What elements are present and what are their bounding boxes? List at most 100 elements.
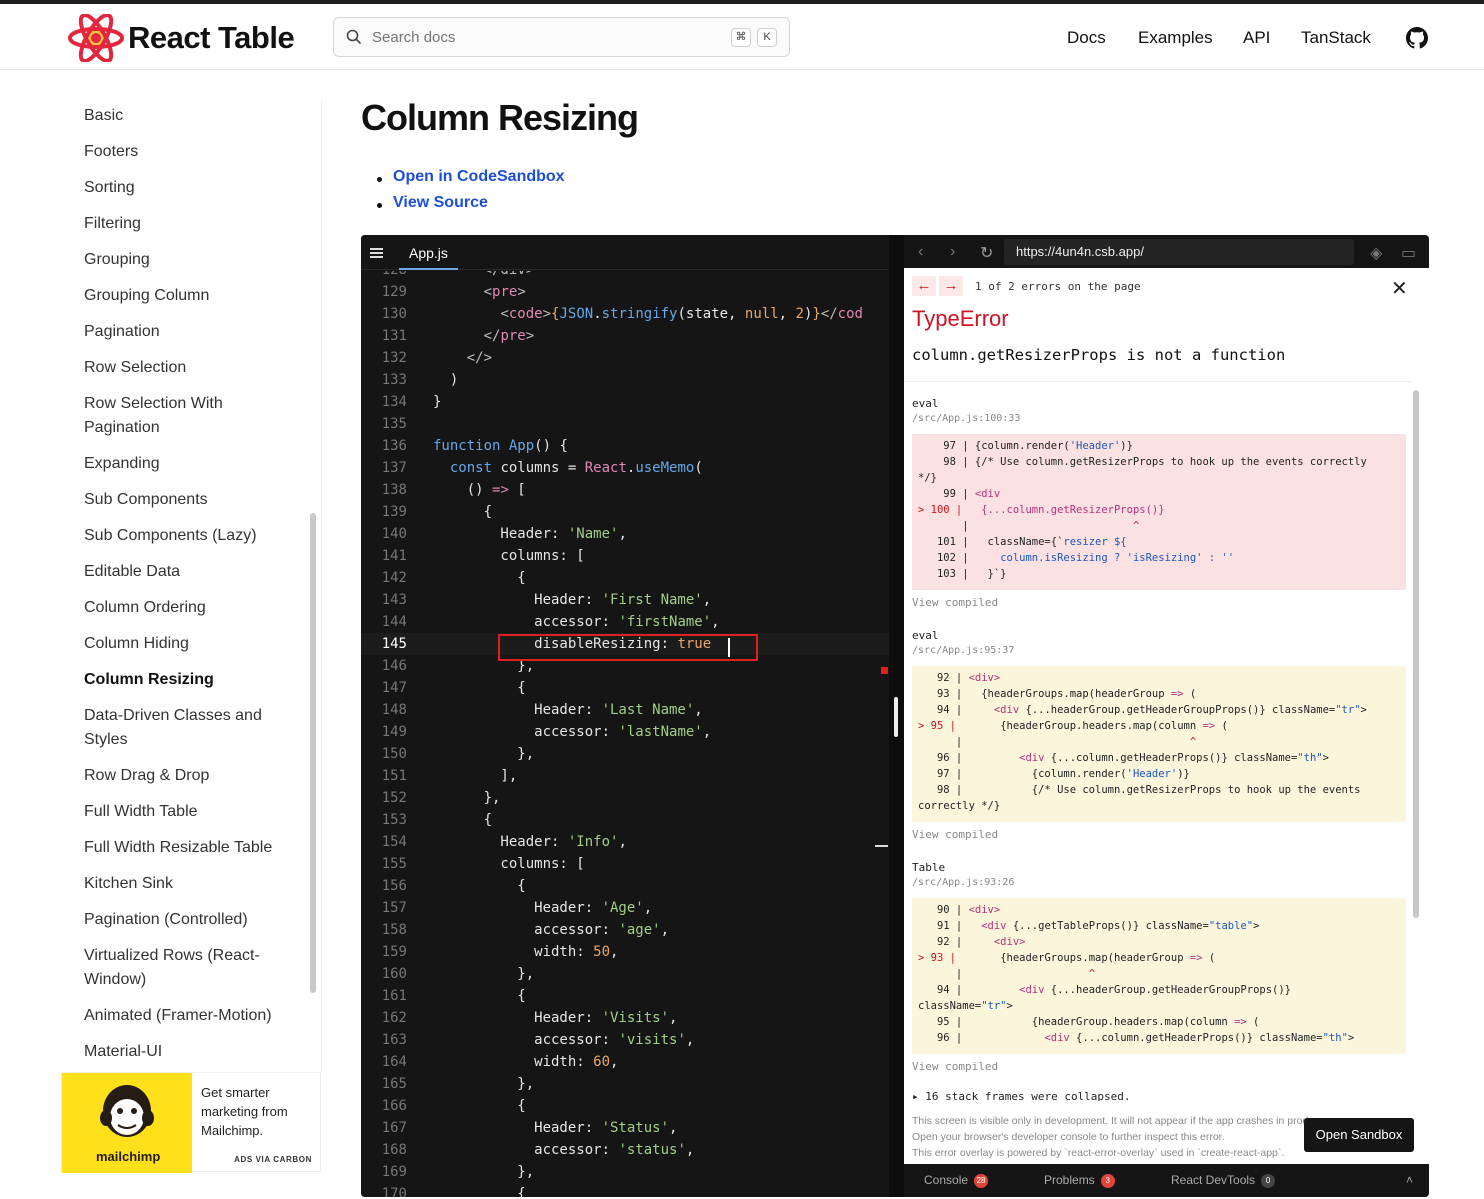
code-text[interactable]: Header: 'Name',	[433, 523, 626, 545]
code-text[interactable]: accessor: 'lastName',	[433, 721, 711, 743]
code-line[interactable]: 150 },	[361, 743, 889, 765]
preview-toggle-icon[interactable]: ▭	[1401, 243, 1416, 263]
ad-text[interactable]: Get smarter marketing from Mailchimp.	[201, 1083, 316, 1140]
forward-icon[interactable]: ›	[950, 243, 955, 261]
sidebar-item-grouping[interactable]: Grouping	[84, 248, 304, 272]
react-devtools-tab[interactable]: React DevTools 0	[1171, 1173, 1276, 1188]
code-line[interactable]: 159 width: 50,	[361, 941, 889, 963]
frame-file[interactable]: /src/App.js:100:33	[912, 413, 1020, 424]
sidebar-item-animated[interactable]: Animated (Framer-Motion)	[84, 1004, 304, 1028]
code-area[interactable]: 128 </div>129 <pre>130 <code>{JSON.strin…	[361, 271, 889, 1197]
code-text[interactable]: width: 50,	[433, 941, 618, 963]
code-line[interactable]: 161 {	[361, 985, 889, 1007]
view-compiled-link[interactable]: View compiled	[912, 828, 998, 841]
code-text[interactable]: </pre>	[433, 325, 535, 347]
overlay-scrollbar[interactable]	[1413, 390, 1419, 918]
sidebar-item-kitchen-sink[interactable]: Kitchen Sink	[84, 872, 304, 896]
code-line[interactable]: 157 Header: 'Age',	[361, 897, 889, 919]
code-text[interactable]: <code>{JSON.stringify(state, null, 2)}</…	[433, 303, 863, 325]
carbon-ad[interactable]: mailchimp Get smarter marketing from Mai…	[61, 1072, 321, 1173]
sidebar-item-sorting[interactable]: Sorting	[84, 176, 304, 200]
code-line[interactable]: 144 accessor: 'firstName',	[361, 611, 889, 633]
code-line[interactable]: 154 Header: 'Info',	[361, 831, 889, 853]
chevron-up-icon[interactable]: ˄	[1406, 1173, 1413, 1187]
code-line[interactable]: 138 () => [	[361, 479, 889, 501]
code-line[interactable]: 166 {	[361, 1095, 889, 1117]
open-codesandbox-link[interactable]: Open in CodeSandbox	[377, 168, 565, 194]
code-text[interactable]: Header: 'Status',	[433, 1117, 677, 1139]
sidebar-item-grouping-column[interactable]: Grouping Column	[84, 284, 304, 308]
console-tab[interactable]: Console 28	[924, 1173, 989, 1188]
sidebar-item-row-drag-drop[interactable]: Row Drag & Drop	[84, 764, 304, 788]
sidebar-item-column-resizing[interactable]: Column Resizing	[84, 668, 304, 692]
code-text[interactable]: {	[433, 501, 492, 523]
code-line[interactable]: 148 Header: 'Last Name',	[361, 699, 889, 721]
sidebar-item-footers[interactable]: Footers	[84, 140, 304, 164]
code-line[interactable]: 162 Header: 'Visits',	[361, 1007, 889, 1029]
code-line[interactable]: 133 )	[361, 369, 889, 391]
tab-app-js[interactable]: App.js	[399, 235, 458, 270]
sidebar-item-column-hiding[interactable]: Column Hiding	[84, 632, 304, 656]
code-text[interactable]: },	[433, 1073, 534, 1095]
new-window-icon[interactable]: ◈	[1370, 243, 1382, 263]
code-text[interactable]: Header: 'Age',	[433, 897, 652, 919]
code-line[interactable]: 132 </>	[361, 347, 889, 369]
code-line[interactable]: 136 function App() {	[361, 435, 889, 457]
sidebar-item-pagination[interactable]: Pagination	[84, 320, 304, 344]
code-text[interactable]: {	[433, 875, 525, 897]
code-line[interactable]: 142 {	[361, 567, 889, 589]
ad-via-carbon[interactable]: ADS VIA CARBON	[234, 1155, 312, 1164]
code-line[interactable]: 143 Header: 'First Name',	[361, 589, 889, 611]
code-line[interactable]: 129 <pre>	[361, 281, 889, 303]
sidebar-item-material-ui[interactable]: Material-UI	[84, 1040, 304, 1064]
code-text[interactable]: Header: 'First Name',	[433, 589, 711, 611]
sidebar-item-pagination-controlled[interactable]: Pagination (Controlled)	[84, 908, 304, 932]
code-line[interactable]: 141 columns: [	[361, 545, 889, 567]
sidebar-item-full-width-resizable[interactable]: Full Width Resizable Table	[84, 836, 304, 860]
code-text[interactable]: Header: 'Visits',	[433, 1007, 677, 1029]
nav-api[interactable]: API	[1243, 28, 1270, 48]
code-text[interactable]: Header: 'Last Name',	[433, 699, 703, 721]
search-input[interactable]	[372, 28, 702, 46]
code-line[interactable]: 169 },	[361, 1161, 889, 1183]
code-text[interactable]: },	[433, 743, 534, 765]
code-line[interactable]: 140 Header: 'Name',	[361, 523, 889, 545]
code-text[interactable]: accessor: 'status',	[433, 1139, 694, 1161]
code-text[interactable]: {	[433, 677, 525, 699]
sidebar-item-virtualized-rows[interactable]: Virtualized Rows (React-Window)	[84, 944, 284, 992]
pane-resize-handle[interactable]	[894, 697, 898, 737]
view-source-link[interactable]: View Source	[377, 194, 565, 220]
sidebar-item-data-driven-classes[interactable]: Data-Driven Classes and Styles	[84, 704, 284, 752]
code-text[interactable]: {	[433, 809, 492, 831]
sidebar-item-sub-components[interactable]: Sub Components	[84, 488, 304, 512]
code-text[interactable]: accessor: 'age',	[433, 919, 669, 941]
code-text[interactable]: )	[433, 369, 458, 391]
code-line[interactable]: 164 width: 60,	[361, 1051, 889, 1073]
code-line[interactable]: 149 accessor: 'lastName',	[361, 721, 889, 743]
code-text[interactable]: {	[433, 985, 525, 1007]
frame-file[interactable]: /src/App.js:95:37	[912, 645, 1014, 656]
code-text[interactable]: },	[433, 1161, 534, 1183]
code-text[interactable]: {	[433, 567, 525, 589]
sidebar-item-full-width-table[interactable]: Full Width Table	[84, 800, 304, 824]
collapsed-frames-toggle[interactable]: ▸ 16 stack frames were collapsed.	[912, 1090, 1131, 1101]
code-line[interactable]: 168 accessor: 'status',	[361, 1139, 889, 1161]
prev-error-button[interactable]: ←	[912, 276, 936, 296]
code-text[interactable]: {	[433, 1183, 525, 1197]
code-line[interactable]: 160 },	[361, 963, 889, 985]
back-icon[interactable]: ‹	[918, 243, 923, 261]
refresh-icon[interactable]: ↻	[980, 243, 993, 263]
problems-tab[interactable]: Problems 3	[1044, 1173, 1115, 1188]
view-compiled-link[interactable]: View compiled	[912, 1060, 998, 1073]
code-line[interactable]: 134}	[361, 391, 889, 413]
nav-examples[interactable]: Examples	[1138, 28, 1213, 48]
code-text[interactable]: }	[433, 391, 441, 413]
sidebar-item-expanding[interactable]: Expanding	[84, 452, 304, 476]
sidebar-item-column-ordering[interactable]: Column Ordering	[84, 596, 304, 620]
code-line[interactable]: 130 <code>{JSON.stringify(state, null, 2…	[361, 303, 889, 325]
code-line[interactable]: 165 },	[361, 1073, 889, 1095]
preview-url[interactable]: https://4un4n.csb.app/	[1004, 239, 1354, 265]
code-text[interactable]: columns: [	[433, 545, 584, 567]
github-icon[interactable]	[1406, 27, 1428, 49]
next-error-button[interactable]: →	[939, 276, 963, 296]
